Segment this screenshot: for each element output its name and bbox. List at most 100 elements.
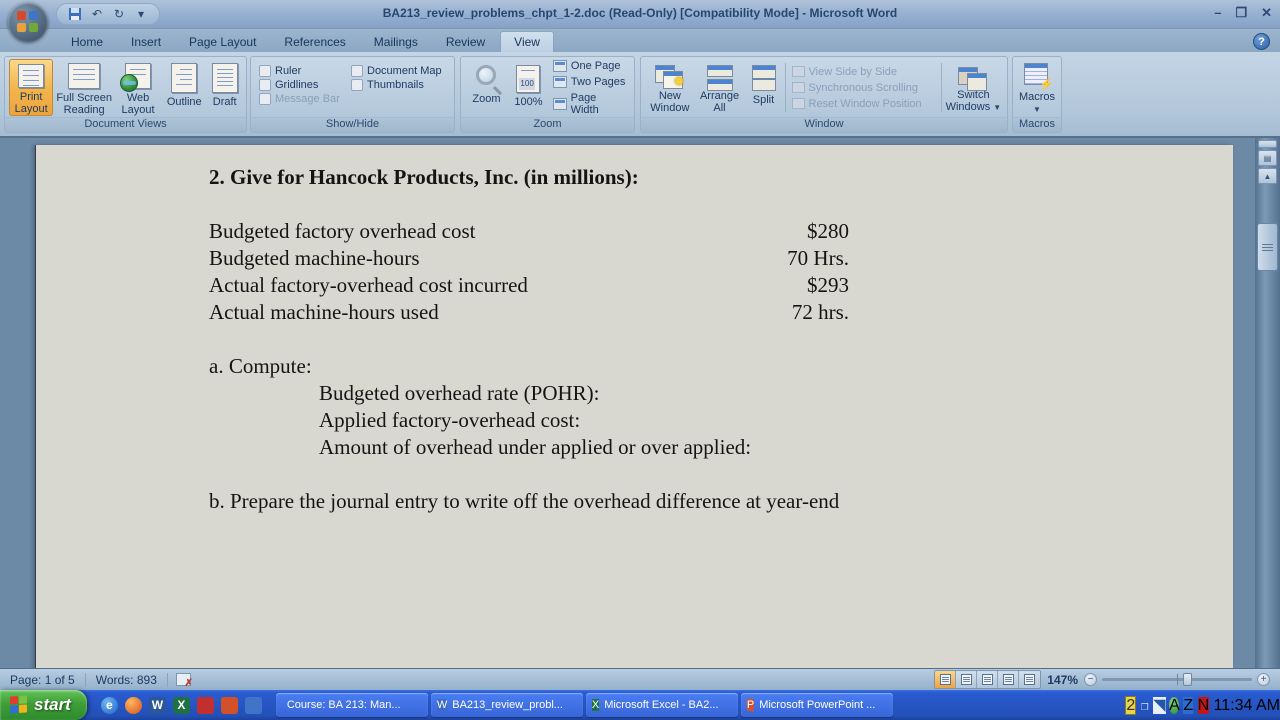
full-screen-view-button[interactable] — [956, 671, 977, 688]
word-application-window: ↶ ↻ ▾ BA213_review_problems_chpt_1-2.doc… — [0, 0, 1280, 720]
close-button[interactable]: ✕ — [1261, 5, 1272, 21]
print-layout-button[interactable]: Print Layout — [9, 59, 53, 116]
checkbox-icon — [351, 79, 363, 91]
ie-icon[interactable]: e — [101, 697, 118, 714]
ribbon-tab-bar: Home Insert Page Layout References Maili… — [0, 29, 1280, 52]
tray-badge[interactable]: 2 — [1125, 696, 1136, 715]
two-pages-button[interactable]: Two Pages — [553, 76, 626, 88]
doc-compute-item: Amount of overhead under applied or over… — [209, 434, 909, 461]
tray-n-icon[interactable]: N — [1198, 697, 1210, 714]
draft-button[interactable]: Draft — [207, 59, 242, 116]
office-button[interactable] — [8, 2, 48, 42]
page-indicator[interactable]: Page: 1 of 5 — [0, 673, 85, 687]
task-button-powerpoint[interactable]: P Microsoft PowerPoint ... — [741, 693, 893, 717]
tab-insert[interactable]: Insert — [118, 32, 174, 52]
thumbnails-checkbox[interactable]: Thumbnails — [351, 79, 442, 91]
arrange-all-button[interactable]: Arrange All — [695, 61, 745, 114]
one-page-button[interactable]: One Page — [553, 60, 626, 72]
task-button-word[interactable]: W BA213_review_probl... — [431, 693, 583, 717]
draft-icon — [212, 63, 238, 93]
document-map-checkbox[interactable]: Document Map — [351, 65, 442, 77]
new-window-button[interactable]: ✹ New Window — [645, 61, 695, 114]
zoom-level[interactable]: 147% — [1047, 673, 1078, 687]
group-window: ✹ New Window Arrange All Split View Side… — [640, 56, 1008, 133]
tab-home[interactable]: Home — [58, 32, 116, 52]
macros-icon: ⚡ — [1022, 63, 1052, 88]
task-button-excel[interactable]: X Microsoft Excel - BA2... — [586, 693, 738, 717]
doc-compute-intro: a. Compute: — [209, 353, 909, 380]
zoom-out-icon[interactable]: − — [1084, 673, 1097, 686]
proofing-status-icon[interactable] — [176, 673, 191, 686]
split-button[interactable]: Split — [744, 61, 782, 114]
zoom-in-icon[interactable]: + — [1257, 673, 1270, 686]
ruler-checkbox[interactable]: Ruler — [259, 65, 351, 77]
tray-green-icon[interactable]: A — [1169, 697, 1179, 714]
group-zoom: Zoom 100 100% One Page Two Pages Page Wi… — [460, 56, 635, 133]
group-label-macros: Macros — [1013, 117, 1061, 132]
task-button-firefox[interactable]: Course: BA 213: Man... — [276, 693, 428, 717]
adobe-icon[interactable] — [197, 697, 214, 714]
word-count[interactable]: Words: 893 — [86, 673, 167, 687]
arrange-all-icon — [705, 65, 735, 87]
tab-page-layout[interactable]: Page Layout — [176, 32, 269, 52]
message-bar-checkbox: Message Bar — [259, 93, 351, 105]
zoom-button[interactable]: Zoom — [465, 61, 508, 114]
restore-tray-icon[interactable]: ❐ — [1141, 702, 1149, 712]
ruler-toggle-icon[interactable]: ▤ — [1258, 150, 1277, 166]
draft-view-button[interactable] — [1019, 671, 1040, 688]
zoom-100-button[interactable]: 100 100% — [508, 61, 549, 114]
outlook-icon[interactable] — [245, 697, 262, 714]
web-layout-view-button[interactable] — [977, 671, 998, 688]
chevron-down-icon: ▼ — [1033, 105, 1041, 114]
reset-position-icon — [792, 98, 805, 109]
document-page[interactable]: 2. Give for Hancock Products, Inc. (in m… — [35, 145, 1233, 668]
page-width-button[interactable]: Page Width — [553, 92, 626, 116]
gridlines-checkbox[interactable]: Gridlines — [259, 79, 351, 91]
tray-z-icon[interactable]: Z — [1183, 697, 1193, 714]
doc-row: Budgeted factory overhead cost$280 — [209, 218, 849, 245]
document-area: 2. Give for Hancock Products, Inc. (in m… — [0, 138, 1280, 668]
print-layout-view-button[interactable] — [935, 671, 956, 688]
word-icon[interactable]: W — [149, 697, 166, 714]
tab-view[interactable]: View — [500, 31, 554, 52]
side-by-side-icon — [792, 66, 805, 77]
outline-icon — [171, 63, 197, 93]
sync-scrolling-icon — [792, 82, 805, 93]
split-icon — [748, 65, 778, 91]
minimize-button[interactable]: – — [1214, 5, 1221, 21]
powerpoint-icon: P — [747, 699, 754, 711]
macros-button[interactable]: ⚡ Macros▼ — [1015, 59, 1059, 116]
office-logo-icon — [17, 11, 38, 32]
vertical-scrollbar[interactable]: ▤ ▲ — [1255, 138, 1280, 668]
web-layout-button[interactable]: Web Layout — [115, 59, 161, 116]
view-shortcut-buttons — [934, 670, 1041, 689]
tab-review[interactable]: Review — [433, 32, 498, 52]
full-screen-reading-button[interactable]: Full Screen Reading — [53, 59, 115, 116]
start-button[interactable]: start — [0, 690, 87, 720]
zoom-slider-thumb[interactable] — [1183, 673, 1192, 686]
scroll-up-icon[interactable]: ▲ — [1258, 168, 1277, 184]
powerpoint-icon[interactable] — [221, 697, 238, 714]
word-icon: W — [437, 699, 447, 711]
tray-tools-icon[interactable]: ◥ — [1153, 697, 1165, 714]
title-bar: ↶ ↻ ▾ BA213_review_problems_chpt_1-2.doc… — [0, 0, 1280, 29]
restore-button[interactable]: ❐ — [1235, 5, 1247, 21]
outline-button[interactable]: Outline — [161, 59, 207, 116]
two-pages-icon — [553, 76, 567, 88]
help-icon[interactable]: ? — [1253, 33, 1270, 50]
web-layout-icon — [125, 63, 151, 89]
tab-mailings[interactable]: Mailings — [361, 32, 431, 52]
firefox-icon[interactable] — [125, 697, 142, 714]
excel-icon[interactable]: X — [173, 697, 190, 714]
outline-view-button[interactable] — [998, 671, 1019, 688]
split-handle[interactable] — [1258, 140, 1277, 148]
doc-compute-item: Applied factory-overhead cost: — [209, 407, 909, 434]
tab-references[interactable]: References — [271, 32, 358, 52]
scrollbar-thumb[interactable] — [1257, 223, 1278, 271]
group-label-show-hide: Show/Hide — [251, 117, 454, 132]
clock[interactable]: 11:34 AM — [1214, 697, 1280, 714]
doc-section-b: b. Prepare the journal entry to write of… — [209, 488, 909, 515]
doc-compute-item: Budgeted overhead rate (POHR): — [209, 380, 909, 407]
doc-row: Actual factory-overhead cost incurred$29… — [209, 272, 849, 299]
switch-windows-button[interactable]: Switch Windows ▼ — [944, 61, 1003, 114]
